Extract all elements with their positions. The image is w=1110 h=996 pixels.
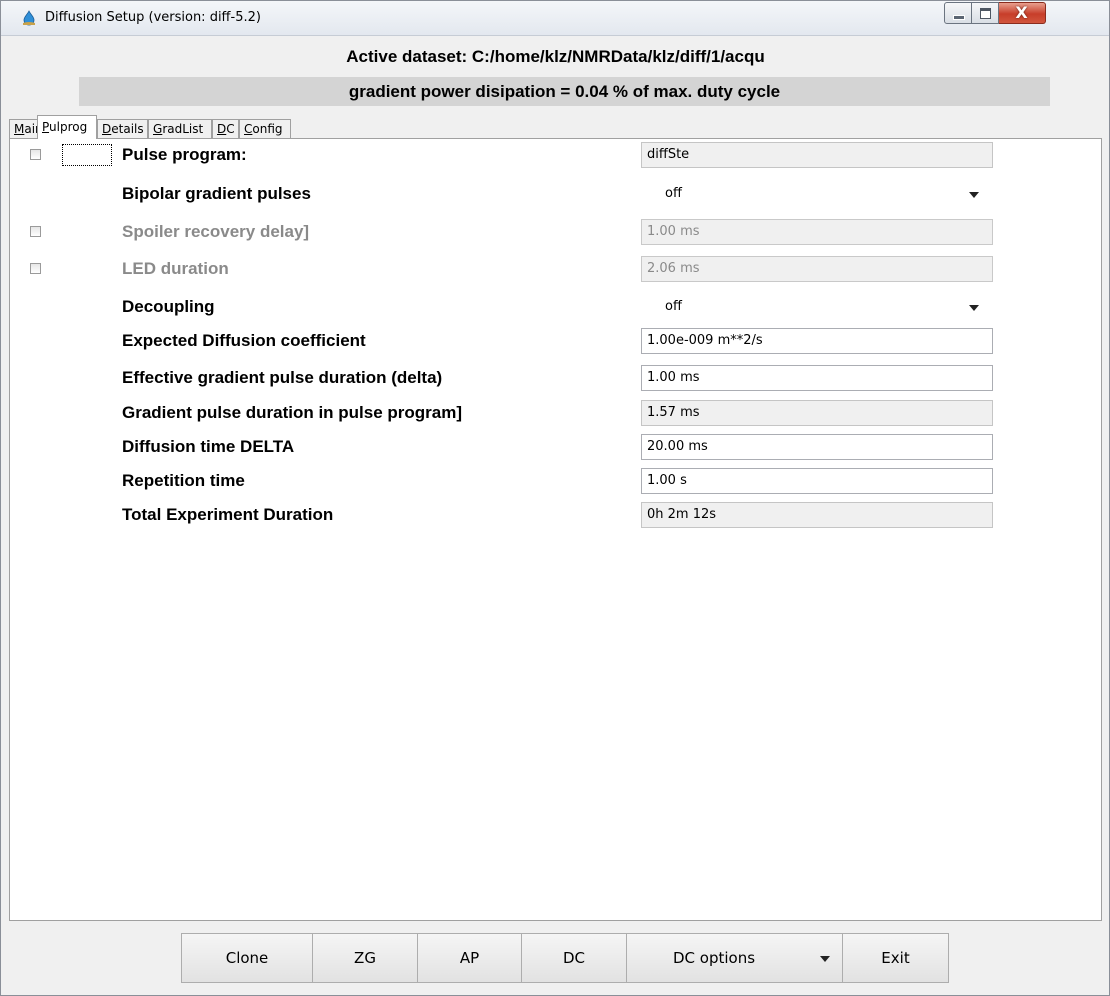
tab-main[interactable]: Main bbox=[9, 119, 43, 138]
param-row-gradient-pulse: Gradient pulse duration in pulse program… bbox=[10, 399, 1101, 429]
repetition-time-input[interactable]: 1.00 s bbox=[641, 468, 993, 494]
repetition-time-label: Repetition time bbox=[122, 471, 245, 490]
decoupling-select[interactable]: off bbox=[641, 294, 993, 320]
spoiler-recovery-field: 1.00 ms bbox=[641, 219, 993, 245]
diffusion-time-input[interactable]: 20.00 ms bbox=[641, 434, 993, 460]
spoiler-recovery-checkbox[interactable] bbox=[30, 226, 41, 237]
chevron-down-icon bbox=[820, 956, 830, 962]
title-bar[interactable]: Diffusion Setup (version: diff-5.2) X bbox=[1, 1, 1109, 36]
tab-config[interactable]: Config bbox=[239, 119, 291, 138]
led-duration-checkbox[interactable] bbox=[30, 263, 41, 274]
tab-gradlist-label: radList bbox=[162, 122, 204, 136]
param-row-pulse-program: Pulse program: diffSte bbox=[10, 141, 1101, 171]
client-area: Active dataset: C:/home/klz/NMRData/klz/… bbox=[9, 37, 1102, 989]
close-button[interactable]: X bbox=[999, 2, 1046, 24]
param-row-led: LED duration 2.06 ms bbox=[10, 255, 1101, 285]
bipolar-gradient-label: Bipolar gradient pulses bbox=[122, 184, 311, 203]
tab-config-label: onfig bbox=[252, 122, 283, 136]
tab-pulprog-label: ulprog bbox=[49, 120, 88, 134]
chevron-down-icon bbox=[969, 192, 979, 198]
window-title: Diffusion Setup (version: diff-5.2) bbox=[45, 10, 261, 25]
maximize-icon bbox=[980, 8, 991, 19]
maximize-button[interactable] bbox=[972, 2, 999, 24]
focus-indicator bbox=[62, 144, 112, 166]
tab-pulprog[interactable]: Pulprog bbox=[37, 115, 97, 139]
pulse-program-field[interactable]: diffSte bbox=[641, 142, 993, 168]
led-duration-field: 2.06 ms bbox=[641, 256, 993, 282]
param-row-bipolar: Bipolar gradient pulses off bbox=[10, 180, 1101, 210]
diffusion-coefficient-label: Expected Diffusion coefficient bbox=[122, 331, 366, 350]
pulse-program-checkbox[interactable] bbox=[30, 149, 41, 160]
total-duration-field: 0h 2m 12s bbox=[641, 502, 993, 528]
action-bar: Clone ZG AP DC DC options Exit bbox=[9, 933, 1102, 983]
diffusion-coefficient-input[interactable]: 1.00e-009 m**2/s bbox=[641, 328, 993, 354]
spoiler-recovery-label: Spoiler recovery delay] bbox=[122, 222, 310, 241]
chevron-down-icon bbox=[969, 305, 979, 311]
close-icon: X bbox=[1015, 3, 1028, 22]
gradient-pulse-field: 1.57 ms bbox=[641, 400, 993, 426]
decoupling-value: off bbox=[665, 299, 682, 314]
effective-gradient-label: Effective gradient pulse duration (delta… bbox=[122, 368, 443, 387]
tab-dc[interactable]: DC bbox=[212, 119, 239, 138]
param-row-decoupling: Decoupling off bbox=[10, 293, 1101, 323]
minimize-button[interactable] bbox=[944, 2, 972, 24]
param-row-diffusion-time: Diffusion time DELTA 20.00 ms bbox=[10, 433, 1101, 463]
gradient-pulse-label: Gradient pulse duration in pulse program… bbox=[122, 403, 463, 422]
pulprog-panel: Pulse program: diffSte Bipolar gradient … bbox=[9, 138, 1102, 921]
ap-button[interactable]: AP bbox=[417, 933, 521, 983]
tab-dc-label: C bbox=[226, 122, 235, 136]
pulse-program-label: Pulse program: bbox=[122, 145, 247, 164]
decoupling-label: Decoupling bbox=[122, 297, 215, 316]
tab-gradlist[interactable]: GradList bbox=[148, 119, 212, 138]
bipolar-gradient-select[interactable]: off bbox=[641, 181, 993, 207]
exit-button[interactable]: Exit bbox=[842, 933, 949, 983]
bipolar-gradient-value: off bbox=[665, 186, 682, 201]
minimize-icon bbox=[953, 15, 965, 20]
param-row-total-duration: Total Experiment Duration 0h 2m 12s bbox=[10, 501, 1101, 531]
led-duration-label: LED duration bbox=[122, 259, 229, 278]
tab-details-label: etails bbox=[111, 122, 144, 136]
application-window: Diffusion Setup (version: diff-5.2) X Ac… bbox=[0, 0, 1110, 996]
tab-pulprog-mnemonic: P bbox=[42, 120, 50, 134]
tab-details-mnemonic: D bbox=[102, 122, 112, 136]
dc-options-label: DC options bbox=[673, 949, 756, 967]
tab-main-mnemonic: M bbox=[14, 122, 25, 136]
param-row-effective-gradient: Effective gradient pulse duration (delta… bbox=[10, 364, 1101, 394]
water-drop-icon bbox=[23, 10, 35, 26]
zg-button[interactable]: ZG bbox=[312, 933, 417, 983]
gradient-power-banner: gradient power disipation = 0.04 % of ma… bbox=[79, 77, 1050, 106]
param-row-repetition-time: Repetition time 1.00 s bbox=[10, 467, 1101, 497]
dc-options-button[interactable]: DC options bbox=[626, 933, 842, 983]
tab-dc-mnemonic: D bbox=[217, 122, 227, 136]
effective-gradient-input[interactable]: 1.00 ms bbox=[641, 365, 993, 391]
active-dataset-label: Active dataset: C:/home/klz/NMRData/klz/… bbox=[346, 47, 765, 66]
param-row-diffusion-coefficient: Expected Diffusion coefficient 1.00e-009… bbox=[10, 327, 1101, 357]
tab-details[interactable]: Details bbox=[97, 119, 148, 138]
dc-button[interactable]: DC bbox=[521, 933, 626, 983]
clone-button[interactable]: Clone bbox=[181, 933, 312, 983]
tab-gradlist-mnemonic: G bbox=[153, 122, 163, 136]
total-duration-label: Total Experiment Duration bbox=[122, 505, 334, 524]
diffusion-time-label: Diffusion time DELTA bbox=[122, 437, 295, 456]
param-row-spoiler: Spoiler recovery delay] 1.00 ms bbox=[10, 218, 1101, 248]
